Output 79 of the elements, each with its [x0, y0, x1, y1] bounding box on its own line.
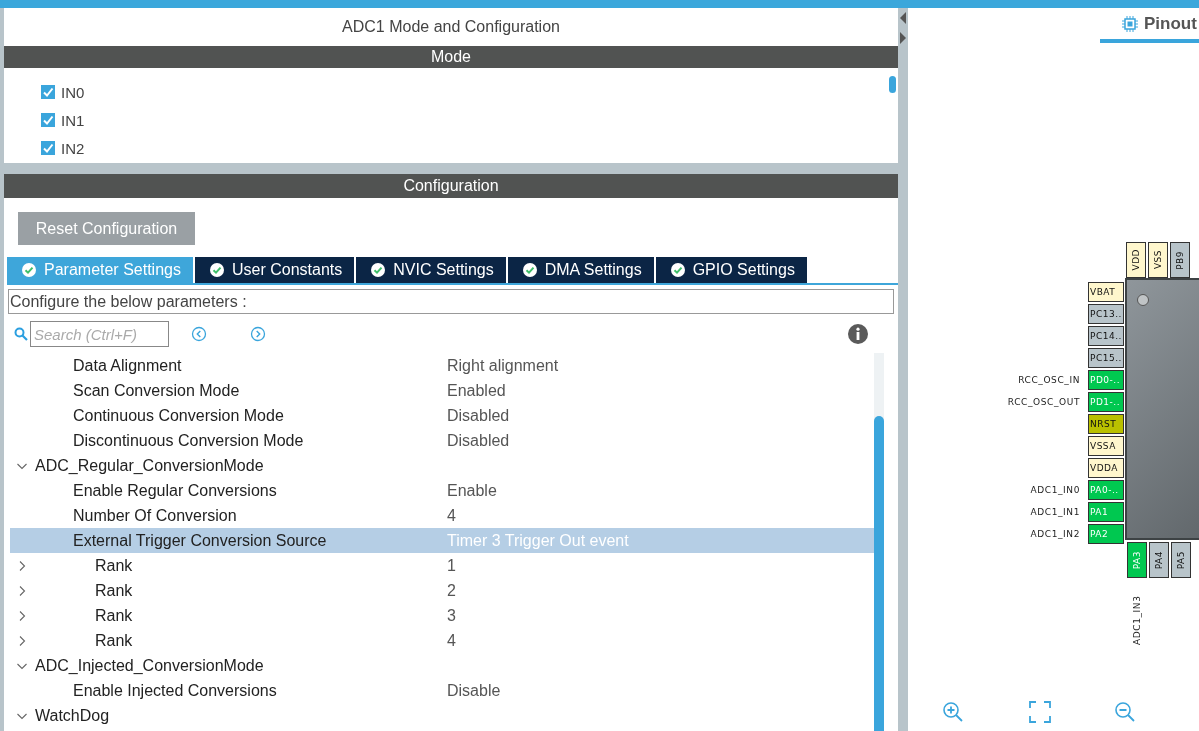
parameter-value: Disabled [447, 431, 510, 450]
parameter-value: Right alignment [447, 356, 559, 375]
group-label: WatchDog [35, 706, 110, 725]
scrollbar-thumb[interactable] [874, 416, 884, 731]
group-label: ADC_Regular_ConversionMode [35, 456, 264, 475]
pin[interactable]: PA4 [1149, 542, 1169, 578]
search-icon[interactable] [14, 327, 28, 341]
tab[interactable]: GPIO Settings [655, 257, 809, 283]
parameter-name: Enable Regular Conversions [73, 481, 277, 500]
check-circle-icon [670, 263, 685, 277]
pin[interactable]: VDDA [1088, 458, 1124, 478]
checkbox[interactable] [41, 113, 55, 127]
pin[interactable]: PC15.. [1088, 348, 1124, 368]
parameter-value: Enable [447, 481, 497, 500]
parameter-value: 2 [447, 581, 456, 600]
channel-label: IN2 [61, 139, 85, 157]
panel-title: ADC1 Mode and Configuration [341, 17, 561, 37]
signal-label: ADC1_IN2 [1029, 528, 1080, 541]
parameter-value: 3 [447, 606, 456, 625]
channel-label: IN0 [61, 83, 85, 101]
pin[interactable]: PC13.. [1088, 304, 1124, 324]
check-circle-icon [209, 263, 224, 277]
channel-label: IN1 [61, 111, 85, 129]
parameter-name: Rank [95, 606, 133, 625]
pin[interactable]: VSSA [1088, 436, 1124, 456]
selected-row[interactable]: External Trigger Conversion Source Timer 3 Trigger Out event [10, 528, 874, 553]
info-icon[interactable] [848, 324, 868, 344]
check-circle-icon [22, 263, 36, 277]
zoom-out-icon[interactable] [1113, 700, 1137, 724]
parameter-name: Enable Injected Conversions [73, 681, 277, 700]
arrow-right-icon[interactable] [899, 32, 907, 44]
section-header: Mode [4, 46, 898, 68]
pin[interactable]: VSS [1148, 242, 1168, 278]
parameter-name: Scan Conversion Mode [73, 381, 240, 400]
pinout-tab[interactable]: Pinout [1100, 8, 1199, 43]
pin[interactable]: PC14.. [1088, 326, 1124, 346]
parameter-value: Enabled [447, 381, 506, 400]
parameter-name: Number Of Conversion [73, 506, 237, 525]
fit-screen-icon[interactable] [1028, 700, 1052, 724]
arrow-left-icon[interactable] [899, 12, 907, 24]
checkbox[interactable] [41, 141, 55, 155]
check-circle-icon [522, 263, 537, 277]
parameter-name: Data Alignment [73, 356, 182, 375]
previous-icon[interactable] [191, 326, 207, 342]
parameter-name: Rank [95, 556, 133, 575]
tab[interactable]: DMA Settings [507, 257, 656, 283]
checkbox[interactable] [41, 85, 55, 99]
parameter-name: Discontinuous Conversion Mode [73, 431, 304, 450]
pin[interactable]: NRST [1088, 414, 1124, 434]
parameter-value: 4 [447, 506, 456, 525]
pin[interactable]: VBAT [1088, 282, 1124, 302]
next-icon[interactable] [250, 326, 266, 342]
signal-label: ADC1_IN3 [1131, 594, 1143, 645]
parameter-value: Timer 3 Trigger Out event [447, 531, 629, 550]
pin[interactable]: PA5 [1171, 542, 1191, 578]
signal-label: ADC1_IN0 [1029, 484, 1080, 497]
group-label: ADC_Injected_ConversionMode [35, 656, 264, 675]
chip-icon [1122, 15, 1138, 32]
signal-label: ADC1_IN1 [1029, 506, 1080, 519]
signal-label: RCC_OSC_OUT [1006, 396, 1080, 409]
search-field[interactable]: Search (Ctrl+F) [30, 321, 169, 347]
section-header: Configuration [4, 174, 898, 198]
parameter-value: 4 [447, 631, 456, 650]
parameter-name: External Trigger Conversion Source [73, 531, 327, 550]
tab[interactable]: User Constants [194, 257, 357, 283]
parameter-value: Disable [447, 681, 501, 700]
parameter-name: Rank [95, 581, 133, 600]
check-circle-icon [371, 263, 386, 277]
parameter-value: Disabled [447, 406, 510, 425]
pin[interactable]: VDD [1126, 242, 1146, 278]
pin[interactable]: PB9 [1170, 242, 1190, 278]
parameter-name: Rank [95, 631, 133, 650]
scrollbar-thumb[interactable] [889, 76, 896, 93]
tab[interactable]: NVIC Settings [356, 257, 508, 283]
signal-label: RCC_OSC_IN [1017, 374, 1080, 387]
parameter-name: Continuous Conversion Mode [73, 406, 284, 425]
description-box: Configure the below parameters : [8, 289, 894, 314]
parameter-value: 1 [447, 556, 456, 575]
zoom-in-icon[interactable] [941, 700, 965, 724]
